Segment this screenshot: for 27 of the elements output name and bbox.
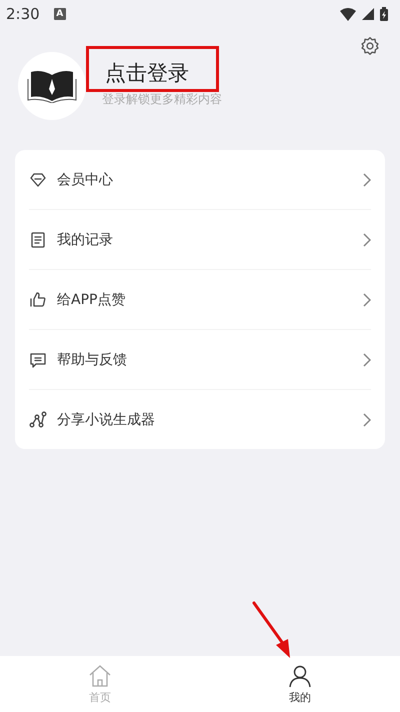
tab[interactable]: 我的 bbox=[200, 656, 400, 712]
document-icon bbox=[29, 230, 47, 248]
status-time: 2:30 bbox=[6, 5, 40, 23]
person-icon bbox=[288, 664, 312, 688]
chevron-right-icon bbox=[363, 232, 371, 246]
menu-item[interactable]: 会员中心 bbox=[29, 150, 371, 210]
notification-icon: A bbox=[54, 8, 66, 20]
menu-item[interactable]: 我的记录 bbox=[29, 210, 371, 270]
login-link[interactable]: 点击登录 bbox=[102, 58, 222, 86]
menu-item[interactable]: 给APP点赞 bbox=[29, 270, 371, 330]
settings-icon[interactable] bbox=[360, 36, 380, 56]
diamond-icon bbox=[29, 170, 47, 188]
signal-icon bbox=[362, 8, 374, 20]
book-icon bbox=[27, 69, 77, 103]
chevron-right-icon bbox=[363, 172, 371, 186]
menu-item[interactable]: 帮助与反馈 bbox=[29, 330, 371, 390]
message-icon bbox=[29, 350, 47, 368]
chevron-right-icon bbox=[363, 412, 371, 426]
wifi-icon bbox=[340, 8, 356, 20]
home-icon bbox=[88, 664, 112, 688]
battery-icon bbox=[380, 7, 388, 21]
share-icon bbox=[29, 410, 47, 428]
login-subtitle: 登录解锁更多精彩内容 bbox=[102, 90, 222, 108]
chevron-right-icon bbox=[363, 292, 371, 306]
thumbs-up-icon bbox=[29, 290, 47, 308]
menu-item[interactable]: 分享小说生成器 bbox=[29, 390, 371, 449]
chevron-right-icon bbox=[363, 352, 371, 366]
